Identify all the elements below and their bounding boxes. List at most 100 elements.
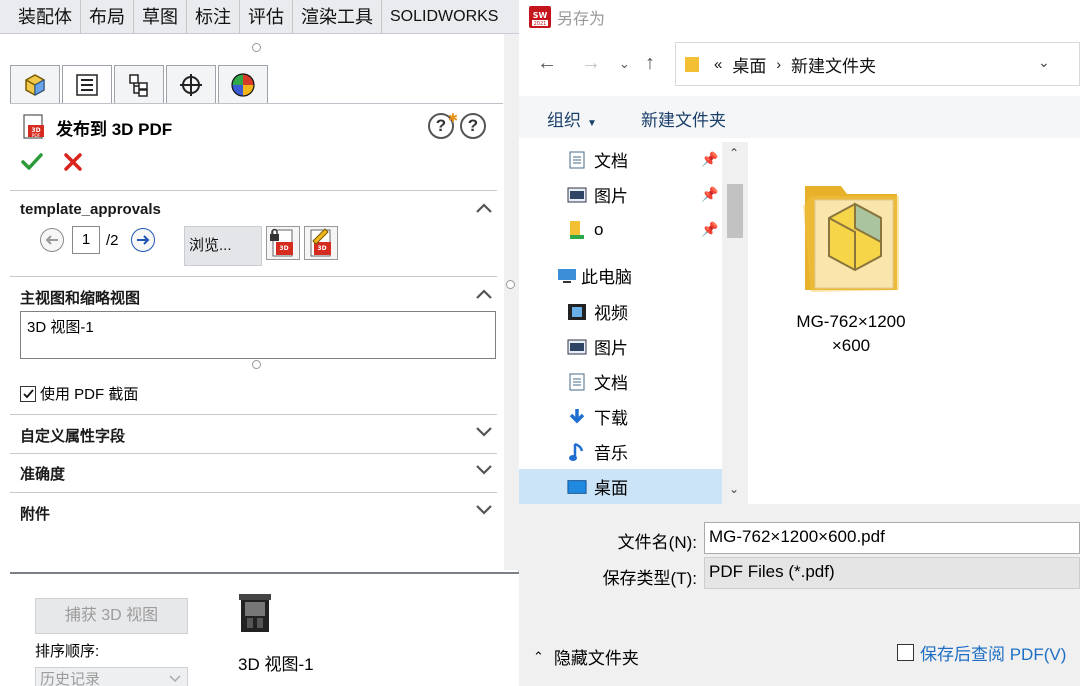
help-tips-button[interactable]: ? ✱	[428, 111, 458, 139]
sidebar-item-pictures[interactable]: 图片	[519, 329, 722, 364]
tab-assembly[interactable]: 装配体	[0, 0, 81, 34]
up-arrow-icon[interactable]: ↑	[645, 52, 655, 75]
splitter-handle[interactable]	[10, 34, 503, 58]
sidebar-item-downloads[interactable]: 下载	[519, 399, 722, 434]
chevron-up-icon: ⌃	[533, 648, 544, 664]
svg-text:3D: 3D	[31, 127, 40, 134]
page-number-field[interactable]: 1	[72, 226, 100, 254]
custom-props-section-title[interactable]: 自定义属性字段	[20, 425, 125, 446]
chevron-down-icon	[169, 675, 181, 683]
ok-check-icon[interactable]	[20, 150, 44, 174]
use-pdf-section-checkbox[interactable]	[20, 385, 36, 402]
breadcrumb-item[interactable]: 新建文件夹	[791, 52, 876, 77]
accuracy-section-title[interactable]: 准确度	[20, 463, 65, 484]
views-list[interactable]: 3D 视图-1	[20, 311, 496, 359]
pin-icon[interactable]: 📌	[701, 151, 718, 168]
screen: 装配体 布局 草图 标注 评估 渲染工具 SOLIDWORKS 3D PDF 发…	[0, 0, 1080, 686]
use-pdf-section-option[interactable]: 使用 PDF 截面	[20, 383, 138, 404]
folder-name-line: ×600	[831, 336, 871, 355]
lock-pdf-button[interactable]: 3D	[266, 226, 300, 260]
attachments-section-title[interactable]: 附件	[20, 503, 50, 524]
sidebar-item-o[interactable]: o 📌	[519, 212, 722, 247]
splitter-dot[interactable]	[252, 360, 261, 369]
splitter-dot[interactable]	[506, 280, 515, 289]
filetype-select[interactable]: PDF Files (*.pdf)	[704, 557, 1080, 589]
sidebar-item-documents[interactable]: 文档	[519, 364, 722, 399]
edit-pdf-button[interactable]: 3D	[304, 226, 338, 260]
3d-view-thumbnail[interactable]: 3D 视图-1	[235, 592, 335, 682]
display-manager-tab[interactable]	[218, 65, 268, 103]
cancel-x-icon[interactable]	[62, 151, 84, 173]
chevron-down-icon[interactable]	[473, 423, 495, 441]
address-dropdown-icon[interactable]: ⌄	[1038, 54, 1050, 71]
recent-locations-chevron-icon[interactable]: ⌄	[619, 56, 630, 72]
scroll-down-icon[interactable]: ⌄	[729, 482, 739, 496]
breadcrumb-item[interactable]: 桌面	[732, 52, 766, 77]
hide-folders-button[interactable]: ⌃ 隐藏文件夹	[533, 644, 639, 669]
sidebar-item-this-pc[interactable]: 此电脑	[519, 258, 722, 293]
tab-solidworks[interactable]: SOLIDWORKS	[382, 0, 506, 34]
divider	[10, 414, 497, 415]
sidebar-item-label: 图片	[594, 187, 628, 206]
tab-render-tools[interactable]: 渲染工具	[293, 0, 382, 34]
next-page-button[interactable]	[130, 228, 155, 252]
help-button[interactable]: ?	[460, 113, 486, 139]
folder-item[interactable]: MG-762×1200 ×600	[778, 158, 924, 368]
folder-icon	[567, 220, 587, 239]
breadcrumb-overflow[interactable]: «	[714, 56, 722, 73]
picture-icon	[567, 338, 587, 356]
computer-icon	[557, 267, 577, 285]
chevron-up-icon[interactable]	[473, 285, 495, 303]
divider	[10, 276, 497, 277]
sidebar-item-desktop[interactable]: 桌面	[519, 469, 722, 504]
tab-evaluate[interactable]: 评估	[240, 0, 293, 34]
svg-text:2021: 2021	[534, 21, 547, 27]
address-bar[interactable]: « 桌面 › 新建文件夹 ⌄	[675, 42, 1080, 86]
solidworks-app-icon: SW2021	[529, 6, 551, 28]
chevron-down-icon[interactable]	[473, 501, 495, 519]
view-pdf-after-save-checkbox[interactable]	[897, 644, 914, 661]
feature-manager-tab[interactable]	[10, 65, 60, 103]
chevron-down-icon[interactable]	[473, 461, 495, 479]
sidebar-item-label: 下载	[594, 409, 628, 428]
views-section-title[interactable]: 主视图和缩略视图	[20, 287, 140, 308]
3d-views-panel: 捕获 3D 视图 排序顺序: 历史记录 3D 视图-1	[10, 572, 519, 686]
organize-menu[interactable]: 组织 ▼	[547, 106, 597, 131]
splitter-dot[interactable]	[252, 43, 261, 52]
sidebar-item-music[interactable]: 音乐	[519, 434, 722, 469]
capture-3d-view-button[interactable]: 捕获 3D 视图	[35, 598, 188, 634]
sidebar-item-documents-quick[interactable]: 文档 📌	[519, 142, 722, 177]
pin-icon[interactable]: 📌	[701, 221, 718, 238]
sidebar-item-pictures-quick[interactable]: 图片 📌	[519, 177, 722, 212]
template-section-title[interactable]: template_approvals	[20, 201, 161, 218]
property-manager-tab[interactable]	[62, 65, 112, 103]
desktop-icon	[567, 478, 587, 496]
prev-page-button[interactable]	[40, 228, 64, 252]
browse-button[interactable]: 浏览...	[184, 226, 262, 266]
back-arrow-icon[interactable]: ←	[537, 52, 557, 75]
arrow-left-icon	[45, 235, 58, 245]
configuration-manager-tab[interactable]	[114, 65, 164, 103]
view-pdf-after-save-option[interactable]: 保存后查阅 PDF(V)	[897, 640, 1066, 665]
sort-order-label: 排序顺序:	[35, 643, 100, 660]
panel-scrollbar[interactable]	[504, 34, 519, 570]
use-pdf-section-label: 使用 PDF 截面	[40, 386, 139, 403]
dimxpert-manager-tab[interactable]	[166, 65, 216, 103]
new-folder-button[interactable]: 新建文件夹	[641, 106, 726, 131]
navigation-scrollbar[interactable]: ⌃ ⌄	[722, 142, 748, 504]
scrollbar-thumb[interactable]	[727, 184, 743, 238]
sidebar-item-videos[interactable]: 视频	[519, 294, 722, 329]
filename-field[interactable]: MG-762×1200×600.pdf	[704, 522, 1080, 554]
sidebar-item-label: 图片	[594, 339, 628, 358]
folder-name: MG-762×1200 ×600	[778, 310, 924, 358]
scroll-up-icon[interactable]: ⌃	[729, 146, 739, 160]
sort-order-select[interactable]: 历史记录	[35, 667, 188, 686]
tab-layout[interactable]: 布局	[81, 0, 134, 34]
tab-markup[interactable]: 标注	[187, 0, 240, 34]
forward-arrow-icon[interactable]: →	[581, 52, 601, 75]
list-item[interactable]: 3D 视图-1	[27, 316, 489, 337]
chevron-up-icon[interactable]	[473, 199, 495, 217]
dialog-title: 另存为	[557, 11, 606, 28]
tab-sketch[interactable]: 草图	[134, 0, 187, 34]
pin-icon[interactable]: 📌	[701, 186, 718, 203]
